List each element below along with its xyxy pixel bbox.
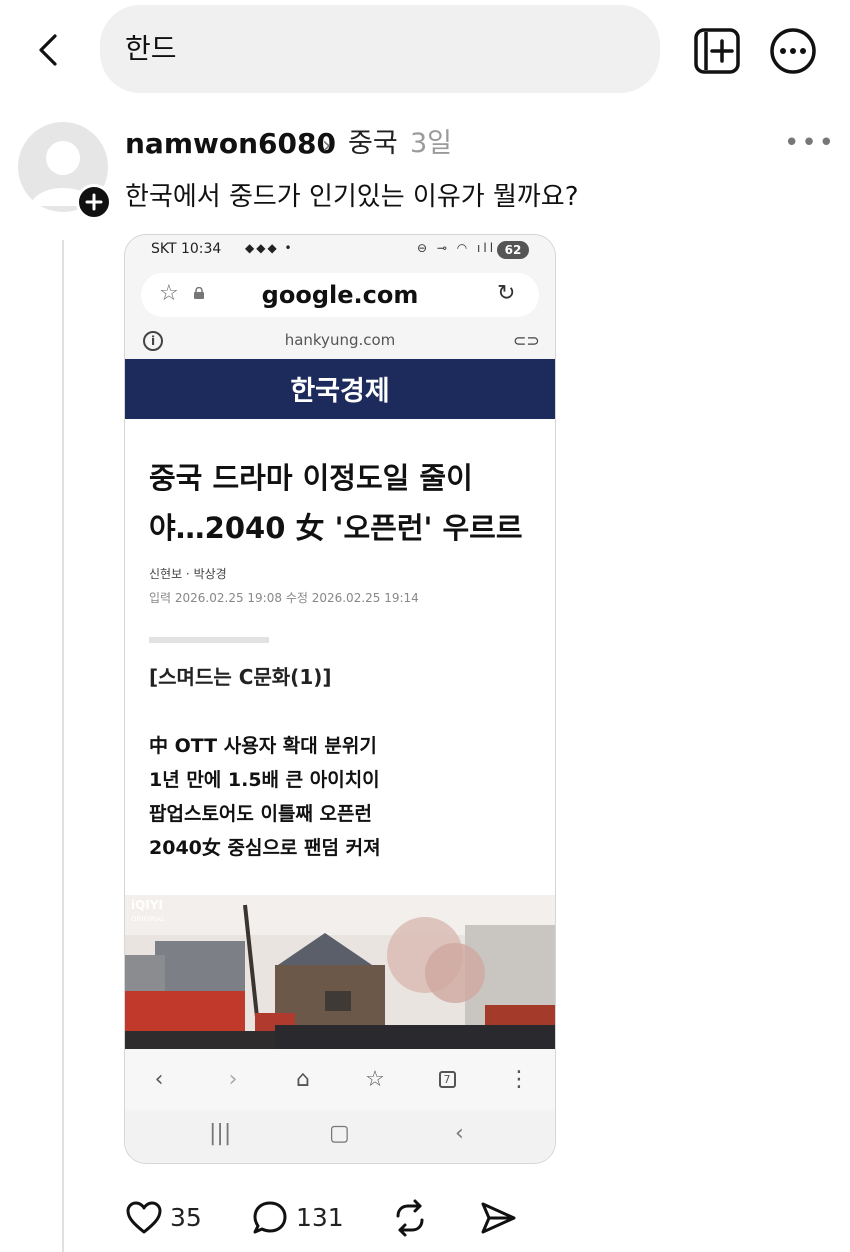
recent-apps-icon: ||| [209, 1121, 232, 1146]
battery-badge: 62 [497, 241, 529, 259]
more-options-button[interactable] [768, 26, 818, 76]
search-query-text: 한드 [125, 32, 177, 65]
plus-icon [85, 193, 103, 211]
notification-icons: ◆◆◆ • [245, 241, 294, 255]
post-time: 3일 [410, 128, 453, 159]
article-photo [125, 895, 555, 1049]
chevron-right-icon: › [322, 131, 332, 159]
address-url: google.com [261, 281, 419, 309]
summary-line: 2040女 중심으로 팬덤 커져 [149, 837, 381, 859]
back-arrow-icon [39, 34, 57, 66]
status-time: SKT 10:34 [151, 241, 222, 257]
post-text: 한국에서 중드가 인기있는 이유가 뭘까요? [125, 182, 579, 212]
browser-menu-icon: ⋮ [508, 1066, 530, 1092]
article-byline: 신현보 · 박상경 [149, 567, 227, 581]
new-post-button[interactable] [692, 26, 742, 76]
summary-line: 팝업스토어도 이틀째 오픈런 [149, 803, 372, 825]
more-options-icon [770, 28, 816, 74]
attached-screenshot[interactable]: SKT 10:34 ◆◆◆ • ⊖ ⊸ ◠ ıll 62 ☆ google.co… [124, 234, 556, 1164]
username[interactable]: namwon6080 [125, 126, 336, 162]
browser-back-icon: ‹ [154, 1066, 164, 1092]
article-headline: 중국 드라마 이정도일 줄이 야…2040 女 '오픈런' 우르르 [149, 453, 539, 553]
headline-line-2: 야…2040 女 '오픈런' 우르르 [149, 511, 523, 545]
heart-icon[interactable] [124, 1198, 164, 1238]
new-post-icon [694, 28, 740, 74]
repost-icon[interactable] [390, 1198, 430, 1238]
masthead-title: 한국경제 [290, 376, 390, 407]
follow-button[interactable] [76, 184, 112, 220]
home-icon: ⌂ [296, 1066, 310, 1092]
comment-icon[interactable] [250, 1198, 290, 1238]
replies-count: 131 [296, 1203, 344, 1232]
site-domain: hankyung.com [284, 331, 396, 349]
thread-line [62, 240, 64, 1252]
bookmark-star-icon: ☆ [365, 1066, 385, 1092]
article-dates: 입력 2026.02.25 19:08 수정 2026.02.25 19:14 [149, 591, 419, 605]
section-divider [149, 637, 269, 643]
link-icon: ⊂⊃ [513, 331, 540, 350]
browser-toolbar [125, 1049, 555, 1109]
post-more-icon[interactable]: ••• [784, 128, 836, 158]
likes-count: 35 [170, 1203, 202, 1232]
topic-tag[interactable]: 중국 [348, 126, 398, 162]
system-status-icons: ⊖ ⊸ ◠ ıll [417, 241, 497, 255]
summary-line: 中 OTT 사용자 확대 분위기 [149, 735, 377, 757]
back-button[interactable] [30, 30, 66, 70]
iqiyi-logo: iQIYI ORIGINAL [131, 899, 165, 925]
tabs-icon: 7 [433, 1065, 461, 1093]
series-label: [스며드는 C문화(1)] [149, 665, 332, 689]
reload-icon: ↻ [497, 281, 516, 306]
summary-line: 1년 만에 1.5배 큰 아이치이 [149, 769, 380, 791]
browser-forward-icon: › [228, 1066, 238, 1092]
tabs-count: 7 [438, 1070, 456, 1088]
system-back-icon: ‹ [455, 1121, 464, 1146]
headline-line-1: 중국 드라마 이정도일 줄이 [149, 461, 473, 495]
photo-logo-sub: ORIGINAL [131, 915, 165, 923]
share-icon[interactable] [478, 1198, 518, 1238]
photo-logo-text: iQIYI [131, 898, 163, 912]
home-button-icon: ▢ [329, 1121, 350, 1146]
search-input[interactable] [100, 5, 660, 93]
article-summary: 中 OTT 사용자 확대 분위기 1년 만에 1.5배 큰 아이치이 팝업스토어… [149, 729, 381, 865]
